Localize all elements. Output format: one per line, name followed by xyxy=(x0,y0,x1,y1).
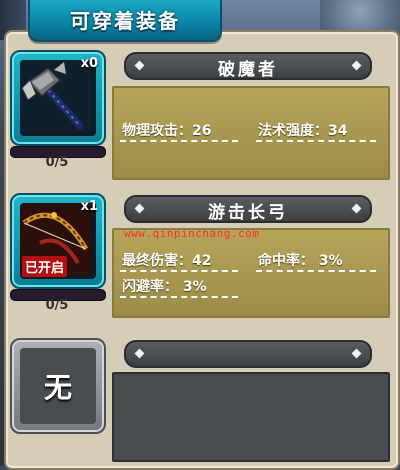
equipment-slot-1[interactable]: x0 xyxy=(10,50,106,146)
item-name-bar: 破魔者 xyxy=(124,52,372,80)
item-stats-box-empty xyxy=(112,372,390,462)
stat-underline xyxy=(120,270,238,272)
stat-underline xyxy=(120,140,238,142)
stat-physical-attack: 物理攻击：26 xyxy=(122,123,212,139)
item-stats-box: 物理攻击：26 法术强度：34 xyxy=(112,86,390,180)
item-progress-label: 0/5 xyxy=(45,298,69,313)
item-progress-label: 0/5 xyxy=(45,155,69,170)
panel-title: 可穿着装备 xyxy=(70,9,180,33)
unlocked-badge: 已开启 xyxy=(22,256,68,277)
stat-underline xyxy=(120,296,238,298)
item-count: x0 xyxy=(80,56,98,71)
item-icon-frame xyxy=(20,60,96,136)
item-name-bar: 游击长弓 xyxy=(124,195,372,223)
stat-spell-power: 法术强度：34 xyxy=(258,123,348,139)
item-name-bar xyxy=(124,340,372,368)
item-name: 破魔者 xyxy=(218,60,278,80)
diamond-left-icon xyxy=(134,348,145,359)
item-name: 游击长弓 xyxy=(208,203,288,223)
stat-underline xyxy=(256,270,376,272)
equipment-slot-3-empty[interactable]: 无 xyxy=(10,338,106,434)
item-stats-box: 最终伤害：42 命中率： 3% 闪避率： 3% xyxy=(112,228,390,318)
panel-title-tab: 可穿着装备 xyxy=(28,0,222,42)
stat-hit-rate: 命中率： 3% xyxy=(258,253,343,269)
stat-final-damage: 最终伤害：42 xyxy=(122,253,212,269)
empty-slot-label: 无 xyxy=(43,371,72,404)
stat-underline xyxy=(256,140,376,142)
empty-slot-icon: 无 xyxy=(20,348,96,424)
diamond-right-icon xyxy=(351,348,362,359)
item-count: x1 xyxy=(80,199,98,214)
stat-dodge-rate: 闪避率： 3% xyxy=(122,279,207,295)
watermark-text: www.qinpinchang.com xyxy=(124,227,260,240)
equipment-slot-2[interactable]: x1 已开启 xyxy=(10,193,106,289)
